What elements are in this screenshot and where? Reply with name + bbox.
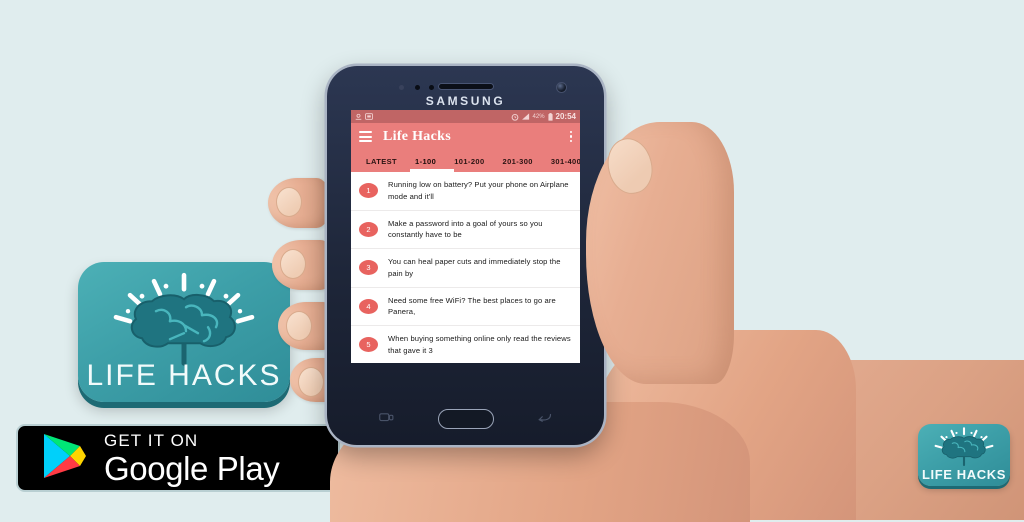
home-button[interactable] — [437, 409, 494, 429]
item-number-badge: 4 — [359, 298, 378, 314]
fingernail — [276, 187, 302, 217]
phone-screen: 42% 20:54 Life Hacks LATEST 1-100 101-20… — [351, 110, 580, 363]
app-icon-label: LIFE HACKS — [86, 359, 282, 392]
hamburger-menu-icon[interactable] — [359, 131, 372, 142]
location-icon — [355, 113, 362, 120]
badge-store-name: Google Play — [104, 449, 280, 487]
tab-bar: LATEST 1-100 101-200 201-300 301-400 — [351, 150, 580, 172]
thumb — [586, 122, 734, 384]
item-text: You can heal paper cuts and immediately … — [388, 257, 561, 278]
tab-201-300[interactable]: 201-300 — [494, 157, 542, 166]
list-item[interactable]: 3 You can heal paper cuts and immediatel… — [351, 249, 580, 288]
app-bar: Life Hacks — [351, 123, 580, 150]
brain-icon — [113, 272, 255, 366]
tab-latest[interactable]: LATEST — [357, 157, 406, 166]
clock-label: 20:54 — [555, 112, 576, 121]
fingernail — [298, 367, 324, 397]
item-number-badge: 3 — [359, 260, 378, 276]
front-camera-icon — [556, 82, 567, 93]
item-number-badge: 1 — [359, 183, 378, 199]
app-icon-label: LIFE HACKS — [922, 467, 1006, 482]
status-right-icons: 42% 20:54 — [511, 112, 576, 121]
alarm-icon — [511, 113, 518, 121]
back-key[interactable] — [537, 412, 552, 423]
kebab-menu-icon[interactable] — [569, 130, 572, 143]
poster-canvas: LIFE HACKS GET IT ON Google Play SAMSUNG — [0, 0, 1024, 522]
item-text: Need some free WiFi? The best places to … — [388, 295, 556, 317]
sd-card-icon — [365, 113, 373, 120]
list-item[interactable]: 5 When buying something online only read… — [351, 326, 580, 363]
recents-key[interactable] — [379, 412, 394, 423]
light-sensor-icon — [415, 85, 420, 90]
app-title: Life Hacks — [383, 128, 451, 144]
list-item[interactable]: 2 Make a password into a goal of yours s… — [351, 211, 580, 250]
item-text: When buying something online only read t… — [388, 334, 571, 355]
item-text: Make a password into a goal of yours so … — [388, 218, 543, 240]
android-status-bar: 42% 20:54 — [351, 110, 580, 123]
samsung-phone: SAMSUNG 42% 20:54 Life Hacks LATEST 1-10… — [327, 66, 604, 445]
item-text: Running low on battery? Put your phone o… — [388, 180, 569, 201]
badge-pre-text: GET IT ON — [104, 430, 199, 450]
palm — [596, 330, 856, 520]
ir-sensor-icon — [429, 85, 434, 90]
google-play-triangle-icon — [44, 434, 86, 478]
phone-brand-label: SAMSUNG — [425, 94, 506, 108]
signal-icon — [521, 113, 529, 120]
list-item[interactable]: 4 Need some free WiFi? The best places t… — [351, 288, 580, 327]
app-icon-small: LIFE HACKS — [918, 424, 1010, 486]
proximity-sensor-icon — [399, 85, 404, 90]
finger-index — [268, 178, 330, 228]
earpiece-speaker — [437, 83, 494, 90]
thumbnail — [602, 133, 658, 199]
battery-percent-label: 42% — [532, 113, 545, 120]
battery-icon — [547, 112, 553, 121]
google-play-badge[interactable]: GET IT ON Google Play — [16, 424, 340, 492]
tips-list: 1 Running low on battery? Put your phone… — [351, 172, 580, 363]
tab-301-400[interactable]: 301-400 — [542, 157, 580, 166]
list-item[interactable]: 1 Running low on battery? Put your phone… — [351, 172, 580, 211]
tab-101-200[interactable]: 101-200 — [445, 157, 493, 166]
phone-top-bezel: SAMSUNG — [327, 66, 604, 110]
brain-icon — [934, 427, 994, 467]
active-tab-indicator — [410, 169, 454, 172]
item-number-badge: 5 — [359, 337, 378, 353]
app-icon-large: LIFE HACKS — [78, 262, 290, 402]
item-number-badge: 2 — [359, 221, 378, 237]
tab-1-100[interactable]: 1-100 — [406, 157, 445, 166]
status-left-icons — [355, 113, 373, 120]
